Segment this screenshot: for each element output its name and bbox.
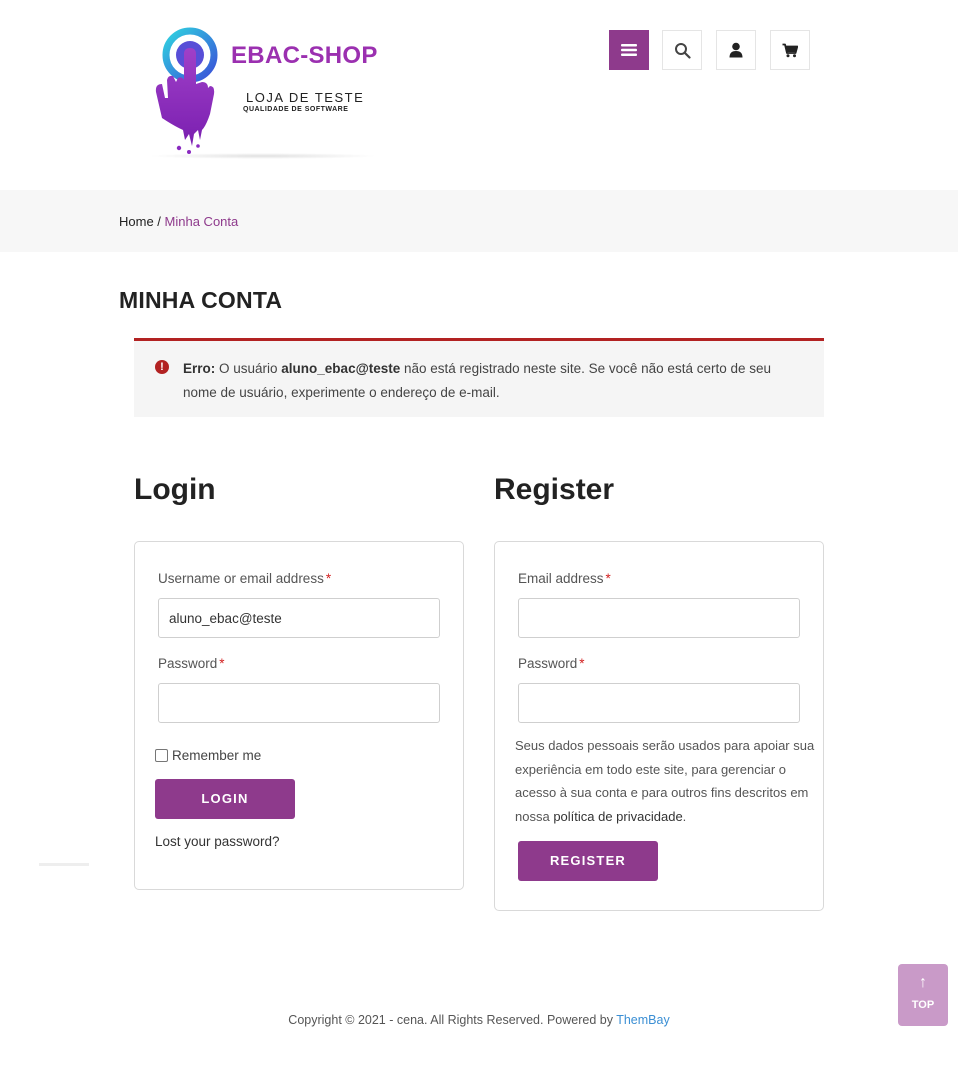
required-mark: * <box>605 571 611 586</box>
login-password-label: Password * <box>158 656 225 671</box>
back-to-top-button[interactable]: ↑ TOP <box>898 964 948 1026</box>
footer: Copyright © 2021 - cena. All Rights Rese… <box>0 1013 958 1027</box>
error-message: Erro: O usuário aluno_ebac@teste não est… <box>183 357 803 405</box>
privacy-notice: Seus dados pessoais serão usados para ap… <box>515 734 815 828</box>
register-password-label-text: Password <box>518 656 578 671</box>
logo-title: EBAC-SHOP <box>231 42 378 69</box>
username-label: Username or email address * <box>158 571 331 586</box>
privacy-end: . <box>682 808 687 824</box>
breadcrumb-current: Minha Conta <box>164 214 239 229</box>
required-mark: * <box>325 571 332 586</box>
side-divider <box>39 863 89 866</box>
page-title: MINHA CONTA <box>119 287 283 313</box>
username-input[interactable] <box>158 598 440 638</box>
register-heading: Register <box>494 473 615 506</box>
back-to-top-label: TOP <box>911 999 935 1011</box>
required-mark: * <box>579 656 585 671</box>
cart-button[interactable] <box>770 30 810 70</box>
login-heading: Login <box>134 473 216 506</box>
error-icon: ! <box>155 360 169 374</box>
search-button[interactable] <box>662 30 702 70</box>
logo-subtitle: LOJA DE TESTE <box>246 90 365 105</box>
breadcrumb-separator: / <box>153 214 165 229</box>
email-label: Email address * <box>518 571 611 586</box>
login-button[interactable]: LOGIN <box>155 779 295 819</box>
login-password-input[interactable] <box>158 683 440 723</box>
logo-shadow <box>148 153 378 159</box>
email-label-text: Email address <box>518 571 604 586</box>
cart-icon <box>782 43 798 57</box>
user-icon <box>729 42 743 58</box>
remember-checkbox[interactable] <box>155 749 168 762</box>
site-header: EBAC-SHOP LOJA DE TESTE QUALIDADE DE SOF… <box>0 0 958 190</box>
lost-password-link[interactable]: Lost your password? <box>155 834 280 849</box>
breadcrumb: Home / Minha Conta <box>119 214 238 229</box>
footer-copyright: Copyright © 2021 - cena. All Rights Rese… <box>288 1013 617 1027</box>
register-form: Email address * Password * Seus dados pess… <box>494 541 824 911</box>
register-password-label: Password * <box>518 656 585 671</box>
logo-tagline: QUALIDADE DE SOFTWARE <box>243 106 349 113</box>
login-password-label-text: Password <box>158 656 218 671</box>
error-label: Erro: <box>183 361 216 376</box>
logo-hand-icon <box>155 27 218 154</box>
footer-brand-link[interactable]: ThemBay <box>616 1013 670 1027</box>
required-mark: * <box>219 656 225 671</box>
menu-icon <box>621 44 637 56</box>
register-password-input[interactable] <box>518 683 800 723</box>
menu-button[interactable] <box>609 30 649 70</box>
remember-me[interactable]: Remember me <box>155 748 261 763</box>
breadcrumb-home[interactable]: Home <box>119 214 154 229</box>
error-notice: ! Erro: O usuário aluno_ebac@teste não e… <box>134 338 824 417</box>
privacy-policy-link[interactable]: política de privacidade <box>553 809 682 824</box>
breadcrumb-bar: Home / Minha Conta <box>0 190 958 252</box>
error-username: aluno_ebac@teste <box>281 361 401 376</box>
username-label-text: Username or email address <box>158 571 324 586</box>
error-text-before: O usuário <box>215 361 282 376</box>
email-input[interactable] <box>518 598 800 638</box>
login-form: Username or email address* Password* Rem… <box>134 541 464 890</box>
register-button[interactable]: REGISTER <box>518 841 658 881</box>
account-button[interactable] <box>716 30 756 70</box>
search-icon <box>674 42 691 59</box>
arrow-up-icon: ↑ <box>919 974 927 991</box>
remember-label: Remember me <box>172 748 262 763</box>
